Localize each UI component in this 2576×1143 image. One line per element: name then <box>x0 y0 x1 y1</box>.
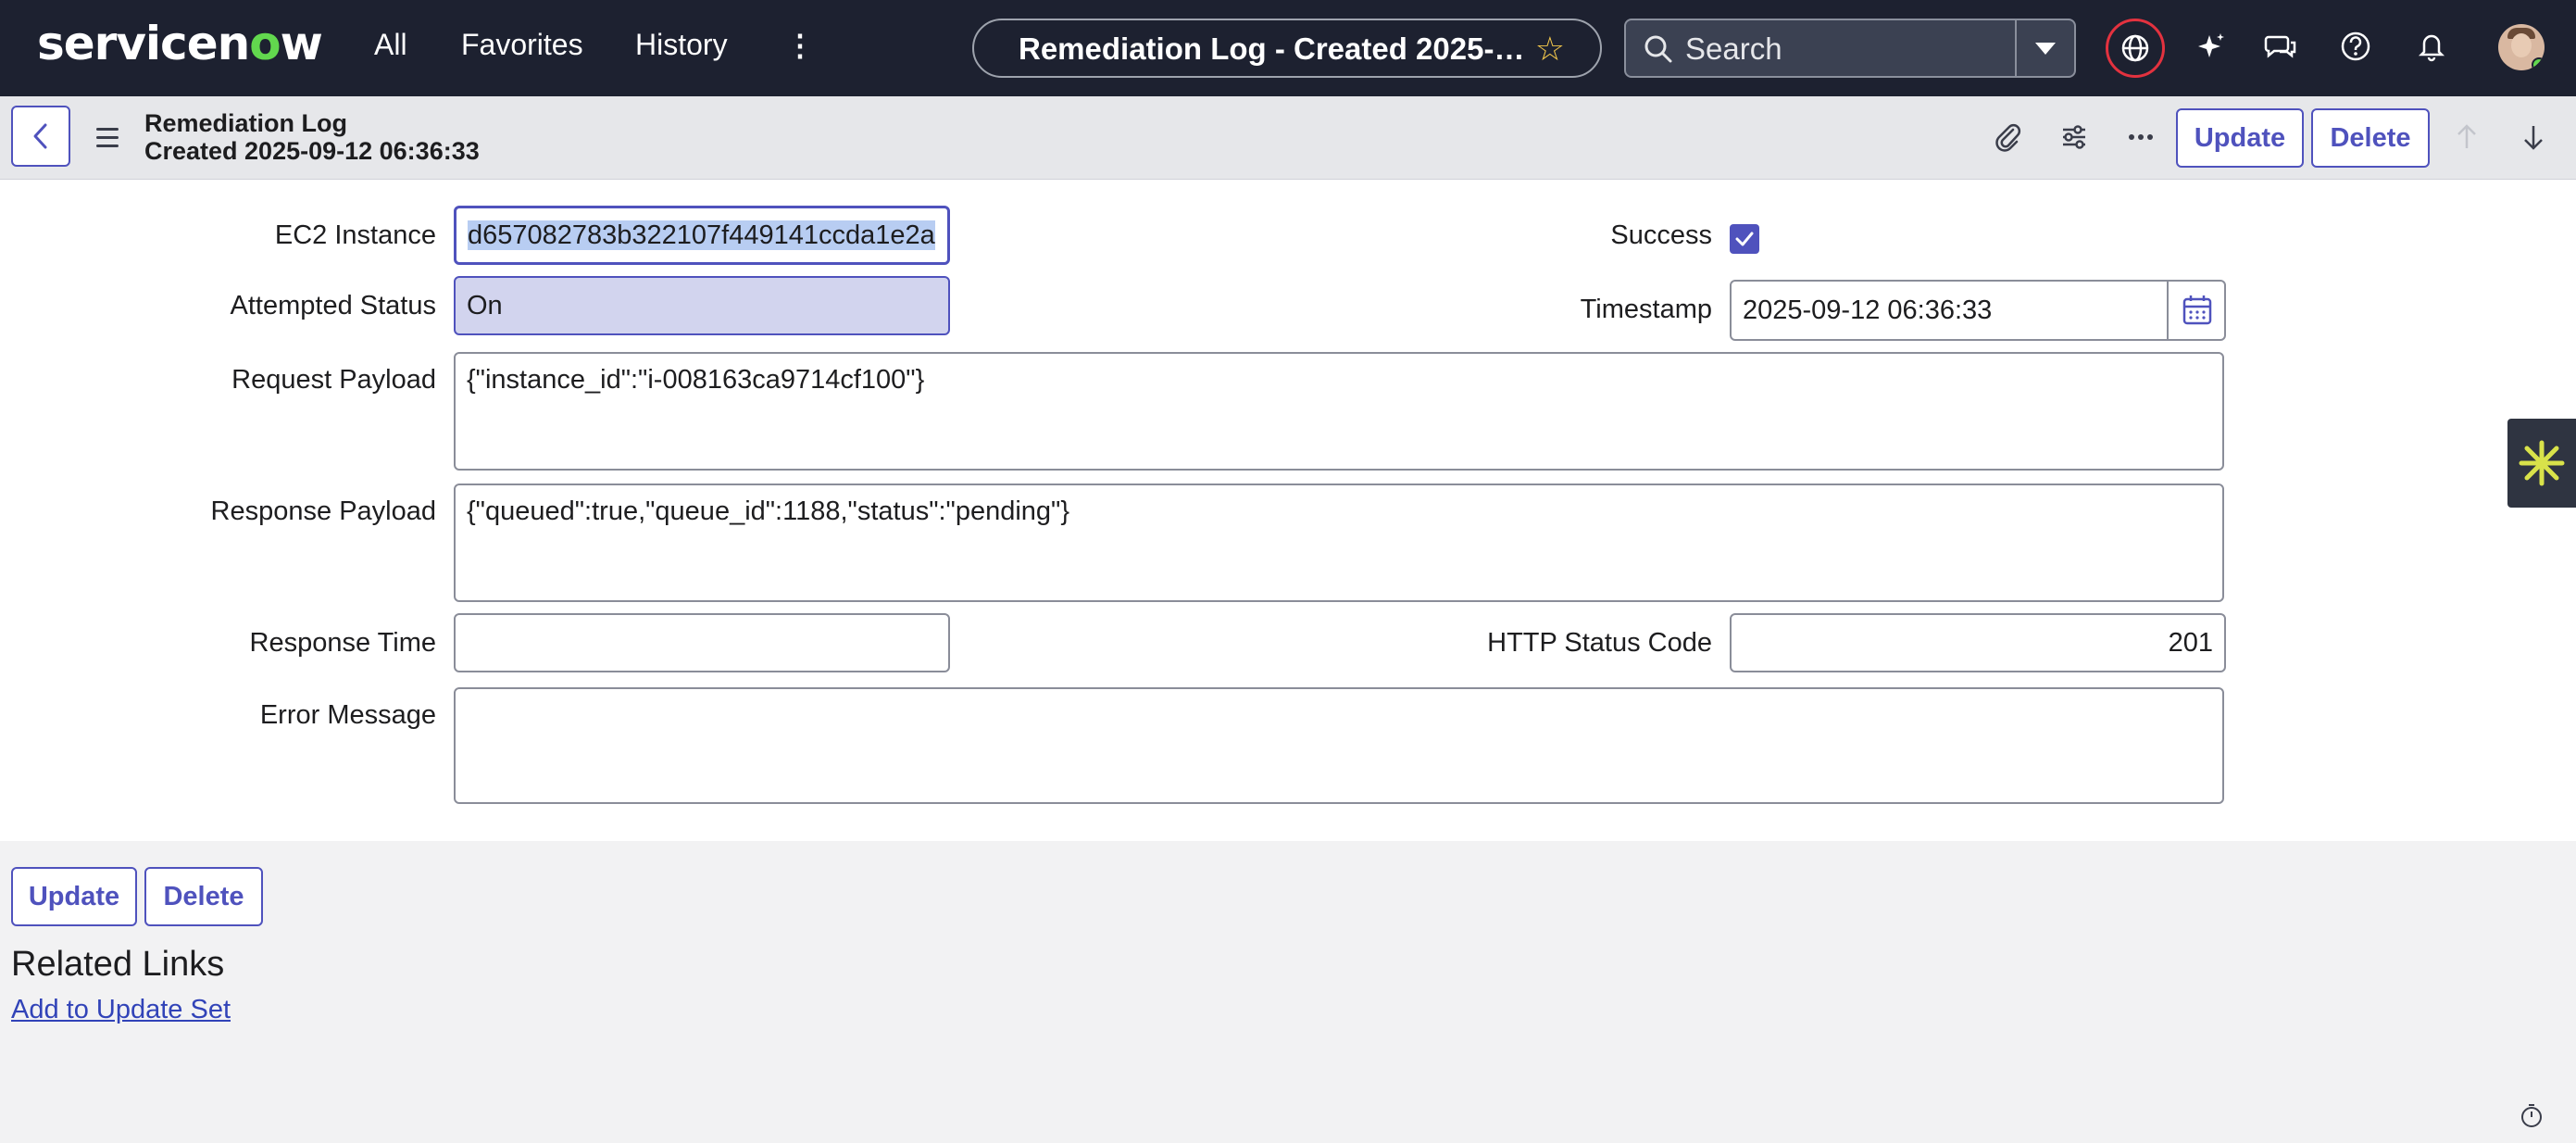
nav-favorites[interactable]: Favorites <box>461 28 583 62</box>
http-status-code-label: HTTP Status Code <box>1487 628 1712 658</box>
form-header-bar: Remediation Log Created 2025-09-12 06:36… <box>0 96 2576 180</box>
back-button[interactable] <box>11 106 70 167</box>
footer-delete-button[interactable]: Delete <box>144 867 263 926</box>
nav-history[interactable]: History <box>635 28 728 62</box>
related-links-heading: Related Links <box>11 945 225 984</box>
ec2-instance-value: d657082783b322107f449141ccda1e2a <box>468 220 935 250</box>
record-name: Created 2025-09-12 06:36:33 <box>144 137 480 165</box>
attempted-status-label: Attempted Status <box>230 291 436 320</box>
request-payload-field[interactable]: {"instance_id":"i-008163ca9714cf100"} <box>454 352 2224 471</box>
sparkle-icon[interactable] <box>2193 28 2230 65</box>
online-status-dot <box>2532 57 2545 70</box>
timer-icon[interactable] <box>2519 1102 2545 1128</box>
top-navigation-bar: servicenow All Favorites History ⋮ Remed… <box>0 0 2576 96</box>
response-payload-field[interactable]: {"queued":true,"queue_id":1188,"status":… <box>454 484 2224 602</box>
timestamp-field[interactable]: 2025-09-12 06:36:33 <box>1730 280 2226 341</box>
search-input[interactable]: Search <box>1685 31 1782 67</box>
error-message-label: Error Message <box>259 700 436 730</box>
attempted-status-field[interactable]: On <box>454 276 950 335</box>
request-payload-label: Request Payload <box>231 365 436 395</box>
avatar[interactable] <box>2498 24 2545 70</box>
response-time-label: Response Time <box>249 628 437 658</box>
asterisk-burst-icon <box>2519 440 2565 486</box>
logo-text-prefix: servicen <box>37 17 250 70</box>
avatar-face <box>2511 33 2532 57</box>
chat-icon[interactable] <box>2263 28 2300 65</box>
search-icon <box>1644 35 1672 63</box>
arrow-up-icon[interactable] <box>2448 119 2485 156</box>
header-update-button[interactable]: Update <box>2176 108 2304 168</box>
checkmark-icon <box>1735 232 1754 246</box>
calendar-button[interactable] <box>2167 282 2224 339</box>
http-status-code-field[interactable]: 201 <box>1730 613 2226 672</box>
success-label: Success <box>1610 220 1712 250</box>
more-icon[interactable] <box>2122 119 2159 156</box>
search-divider <box>2015 20 2017 76</box>
paperclip-icon[interactable] <box>1989 119 2026 156</box>
bell-icon[interactable] <box>2413 28 2450 65</box>
logo-text-o: o <box>249 17 281 70</box>
favorite-star-icon[interactable]: ☆ <box>1535 30 1565 69</box>
globe-icon[interactable] <box>2106 19 2165 78</box>
error-message-field[interactable] <box>454 687 2224 804</box>
nav-all[interactable]: All <box>374 28 407 62</box>
menu-icon[interactable] <box>96 128 119 153</box>
help-icon[interactable] <box>2337 28 2374 65</box>
success-checkbox[interactable] <box>1730 224 1759 254</box>
response-time-field[interactable] <box>454 613 950 672</box>
header-delete-button[interactable]: Delete <box>2311 108 2430 168</box>
search-scope-dropdown-icon[interactable] <box>2035 43 2056 55</box>
globe-glyph <box>2121 34 2149 62</box>
response-payload-label: Response Payload <box>210 496 436 526</box>
ec2-instance-field[interactable]: d657082783b322107f449141ccda1e2a <box>454 206 950 265</box>
ec2-instance-label: EC2 Instance <box>274 220 436 250</box>
footer-update-button[interactable]: Update <box>11 867 137 926</box>
calendar-icon <box>2182 295 2212 325</box>
timestamp-label: Timestamp <box>1580 295 1712 324</box>
arrow-down-icon[interactable] <box>2515 119 2552 156</box>
sliders-icon[interactable] <box>2056 119 2093 156</box>
logo-text-suffix: w <box>280 17 323 70</box>
chevron-left-icon <box>33 123 47 149</box>
record-title-pill[interactable]: Remediation Log - Created 2025-09-12 06:… <box>972 19 1602 78</box>
add-to-update-set-link[interactable]: Add to Update Set <box>11 995 231 1025</box>
servicenow-logo[interactable]: servicenow <box>37 17 323 70</box>
side-assistant-tab[interactable] <box>2507 419 2576 508</box>
table-name: Remediation Log <box>144 109 348 137</box>
nav-more-icon[interactable]: ⋮ <box>785 28 815 63</box>
record-title: Remediation Log - Created 2025-09-12 06:… <box>1019 31 1537 66</box>
global-search[interactable]: Search <box>1624 19 2076 78</box>
